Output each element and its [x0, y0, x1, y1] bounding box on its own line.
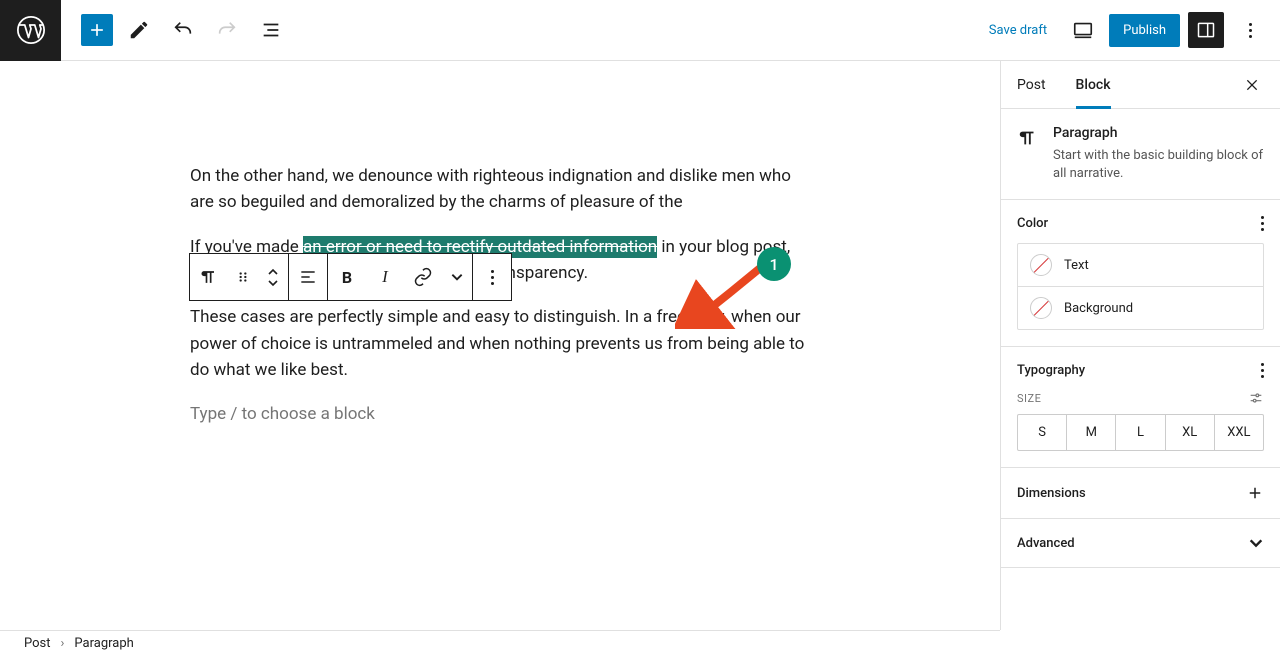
size-label: SIZE: [1017, 392, 1041, 405]
redo-button[interactable]: [209, 12, 245, 48]
chevron-down-icon: [1248, 535, 1264, 551]
preview-button[interactable]: [1065, 12, 1101, 48]
undo-button[interactable]: [165, 12, 201, 48]
breadcrumb-paragraph[interactable]: Paragraph: [74, 636, 133, 651]
text-color-button[interactable]: Text: [1018, 244, 1263, 287]
swatch-icon: [1030, 254, 1052, 276]
panel-title: Color: [1017, 216, 1048, 231]
align-button[interactable]: [289, 254, 327, 300]
color-panel: Color Text Background: [1001, 200, 1280, 347]
toolbar-right: Save draft Publish: [979, 12, 1280, 48]
size-option-xxl[interactable]: XXL: [1215, 415, 1263, 450]
typography-panel: Typography SIZE S M L XL XXL: [1001, 347, 1280, 468]
size-option-m[interactable]: M: [1067, 415, 1116, 450]
block-options-button[interactable]: [473, 254, 511, 300]
size-option-xl[interactable]: XL: [1166, 415, 1215, 450]
block-toolbar: B I: [189, 253, 512, 301]
block-appender[interactable]: Type / to choose a block: [190, 401, 810, 427]
block-type-button[interactable]: [190, 254, 228, 300]
size-settings-button[interactable]: [1248, 390, 1264, 406]
dots-vertical-icon: [1261, 216, 1264, 231]
settings-sidebar: Post Block Paragraph Start with the basi…: [1000, 61, 1280, 630]
paragraph-icon: [1017, 127, 1039, 183]
close-sidebar-button[interactable]: [1240, 73, 1264, 97]
paragraph-block[interactable]: These cases are perfectly simple and eas…: [190, 304, 810, 383]
dots-vertical-icon: [1261, 363, 1264, 378]
block-title: Paragraph: [1053, 125, 1264, 141]
dots-vertical-icon: [491, 270, 494, 285]
block-description: Start with the basic building block of a…: [1053, 147, 1264, 183]
main-area: On the other hand, we denounce with righ…: [0, 61, 1280, 630]
drag-handle[interactable]: [228, 254, 258, 300]
move-up-down-buttons[interactable]: [258, 254, 288, 300]
dots-vertical-icon: [1249, 23, 1252, 38]
toolbar-left: [61, 12, 289, 48]
panel-title: Advanced: [1017, 536, 1075, 551]
tab-block[interactable]: Block: [1076, 61, 1111, 109]
color-panel-options-button[interactable]: [1261, 216, 1264, 231]
breadcrumb: Post › Paragraph: [0, 630, 1000, 655]
add-block-button[interactable]: [81, 14, 113, 46]
plus-icon: [1246, 484, 1264, 502]
dimensions-panel-toggle[interactable]: Dimensions: [1001, 468, 1280, 519]
tab-post[interactable]: Post: [1017, 61, 1046, 109]
italic-button[interactable]: I: [366, 254, 404, 300]
settings-sidebar-toggle[interactable]: [1188, 12, 1224, 48]
save-draft-button[interactable]: Save draft: [979, 17, 1057, 44]
annotation-badge: 1: [757, 247, 791, 281]
wordpress-logo[interactable]: [0, 0, 61, 61]
block-description-panel: Paragraph Start with the basic building …: [1001, 109, 1280, 200]
editor-canvas[interactable]: On the other hand, we denounce with righ…: [0, 61, 1000, 630]
panel-title: Dimensions: [1017, 486, 1086, 501]
options-menu-button[interactable]: [1232, 12, 1268, 48]
edit-mode-button[interactable]: [121, 12, 157, 48]
sidebar-tabs: Post Block: [1001, 61, 1280, 109]
swatch-icon: [1030, 297, 1052, 319]
typography-panel-options-button[interactable]: [1261, 363, 1264, 378]
more-rich-text-button[interactable]: [442, 254, 472, 300]
link-button[interactable]: [404, 254, 442, 300]
size-option-s[interactable]: S: [1018, 415, 1067, 450]
paragraph-block[interactable]: On the other hand, we denounce with righ…: [190, 163, 810, 216]
breadcrumb-post[interactable]: Post: [24, 636, 51, 651]
bold-button[interactable]: B: [328, 254, 366, 300]
font-size-picker: S M L XL XXL: [1017, 414, 1264, 451]
publish-button[interactable]: Publish: [1109, 14, 1180, 47]
color-label: Text: [1064, 258, 1089, 273]
size-option-l[interactable]: L: [1116, 415, 1165, 450]
background-color-button[interactable]: Background: [1018, 287, 1263, 329]
document-outline-button[interactable]: [253, 12, 289, 48]
chevron-right-icon: ›: [61, 636, 65, 651]
panel-title: Typography: [1017, 363, 1085, 378]
color-label: Background: [1064, 301, 1133, 316]
top-toolbar: Save draft Publish: [0, 0, 1280, 61]
advanced-panel-toggle[interactable]: Advanced: [1001, 519, 1280, 568]
